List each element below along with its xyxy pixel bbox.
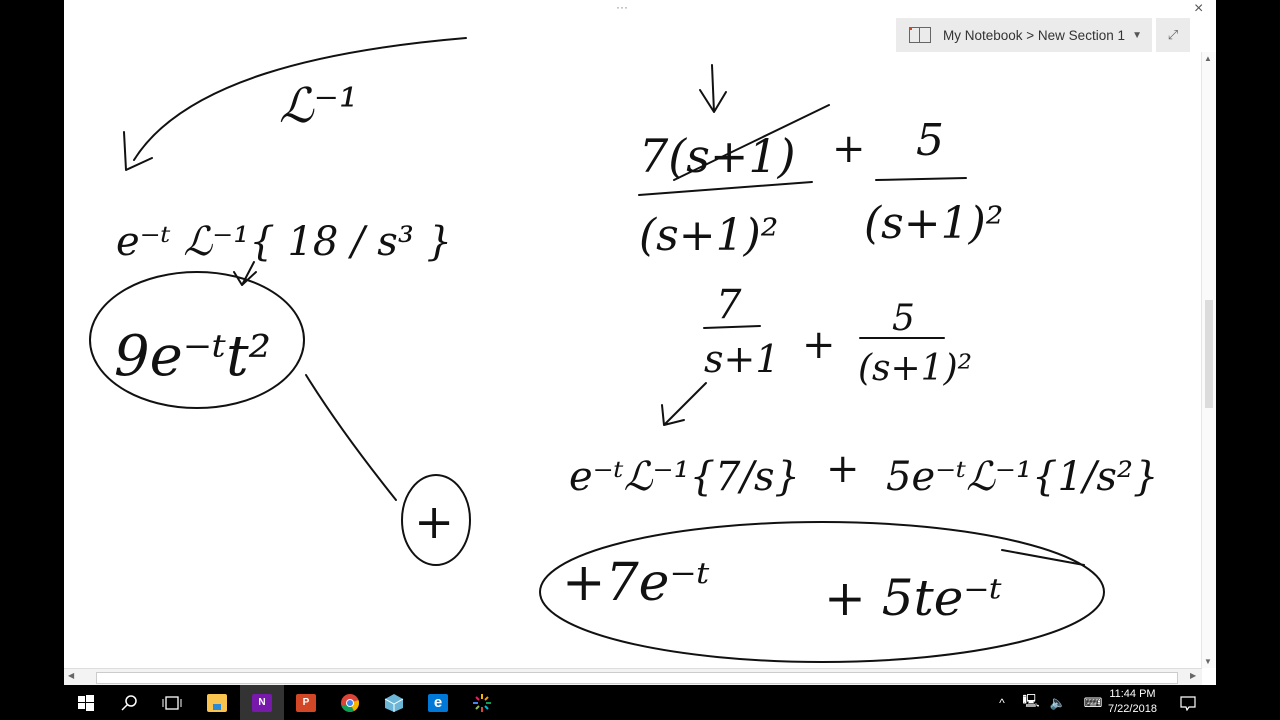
notebook-icon [909,27,931,43]
onenote-icon: N [252,693,272,712]
task-view-button[interactable] [150,685,194,720]
plus-2: + [802,322,836,368]
cube-icon [384,693,404,712]
plus-1: + [832,126,866,172]
down-arrow-top [699,64,727,113]
edge-icon: e [428,693,448,712]
clock[interactable]: 11:44 PM 7/22/2018 [1108,687,1157,717]
notification-icon [1180,695,1196,711]
breadcrumb-text: My Notebook > New Section 1 [943,27,1125,43]
chrome-icon [341,693,359,712]
top-frac-num: 7(s+1) [639,129,796,183]
volume-icon[interactable]: 🔈 [1046,685,1070,720]
search-icon [121,694,137,711]
top-frac2-bar [875,177,967,181]
edge-button[interactable]: e [416,685,460,720]
connector-line [305,374,397,501]
scroll-left-icon[interactable]: ◀ [68,671,74,680]
scroll-up-icon[interactable]: ▲ [1204,54,1212,63]
plus-3: + [826,446,860,492]
start-button[interactable] [64,685,108,720]
powerpoint-button[interactable]: P [284,685,328,720]
action-center-button[interactable] [1176,685,1200,720]
clock-date: 7/22/2018 [1108,703,1157,715]
burst-app-button[interactable] [460,685,504,720]
3d-app-button[interactable] [372,685,416,720]
file-explorer-button[interactable] [195,685,239,720]
network-icon[interactable]: 🖳 [1018,685,1044,720]
chrome-button[interactable] [328,685,372,720]
clock-time: 11:44 PM [1109,688,1156,700]
cancel-stroke-2 [1001,549,1085,566]
final-term-2: + 5te⁻ᵗ [824,569,1002,627]
vertical-scroll-thumb[interactable] [1205,300,1213,408]
down-left-arrow [661,382,707,426]
powerpoint-icon: P [296,693,316,712]
top-frac-bar [638,181,813,196]
chevron-down-icon[interactable]: ▼ [1132,30,1142,41]
horizontal-scrollbar[interactable]: ◀ ▶ [64,668,1202,686]
mid-frac2-den: (s+1)² [858,348,972,389]
left-result: 9e⁻ᵗt² [114,324,271,389]
horizontal-scroll-thumb[interactable] [96,672,1178,684]
vertical-scrollbar[interactable]: ▲ ▼ [1201,52,1216,668]
task-view-icon [162,695,182,710]
top-frac-den: (s+1)² [639,210,778,261]
search-button[interactable] [107,685,151,720]
top-frac2-num: 5 [916,115,944,166]
folder-icon [207,693,227,712]
keyboard-icon[interactable]: ⌨ [1080,685,1106,720]
final-term-1: +7e⁻ᵗ [562,553,710,613]
notebook-breadcrumb[interactable]: My Notebook > New Section 1 ▼ [896,18,1152,52]
top-frac2-den: (s+1)² [864,198,1003,249]
inverse-laplace-label: ℒ⁻¹ [279,78,358,134]
scroll-down-icon[interactable]: ▼ [1204,657,1212,666]
left-expression: e⁻ᵗ ℒ⁻¹{ 18 / s³ } [116,219,452,265]
taskbar: N P e ^ 🖳 🔈 ⌨ 11:44 PM 7/22/2018 [0,685,1280,720]
show-hidden-icons[interactable]: ^ [990,685,1014,720]
mid-frac1-num: 7 [716,282,742,328]
expand-button[interactable]: ⤢ [1156,18,1190,52]
windows-icon [78,694,94,711]
laplace-term-1: e⁻ᵗℒ⁻¹{7/s} [569,454,800,500]
circled-plus: + [414,494,454,550]
laplace-term-2: 5e⁻ᵗℒ⁻¹{1/s²} [886,454,1158,500]
burst-icon [473,693,491,712]
ink-canvas[interactable]: ℒ⁻¹ e⁻ᵗ ℒ⁻¹{ 18 / s³ } 9e⁻ᵗt² + 7(s+1) (… [64,0,1216,668]
mid-frac1-den: s+1 [704,337,780,381]
onenote-page[interactable]: ··· × ℒ⁻¹ e⁻ᵗ ℒ⁻¹{ 18 / s³ } 9e⁻ᵗt² + 7(… [64,0,1216,686]
mid-frac2-num: 5 [892,298,915,339]
onenote-button[interactable]: N [240,685,284,720]
scroll-right-icon[interactable]: ▶ [1190,671,1196,680]
